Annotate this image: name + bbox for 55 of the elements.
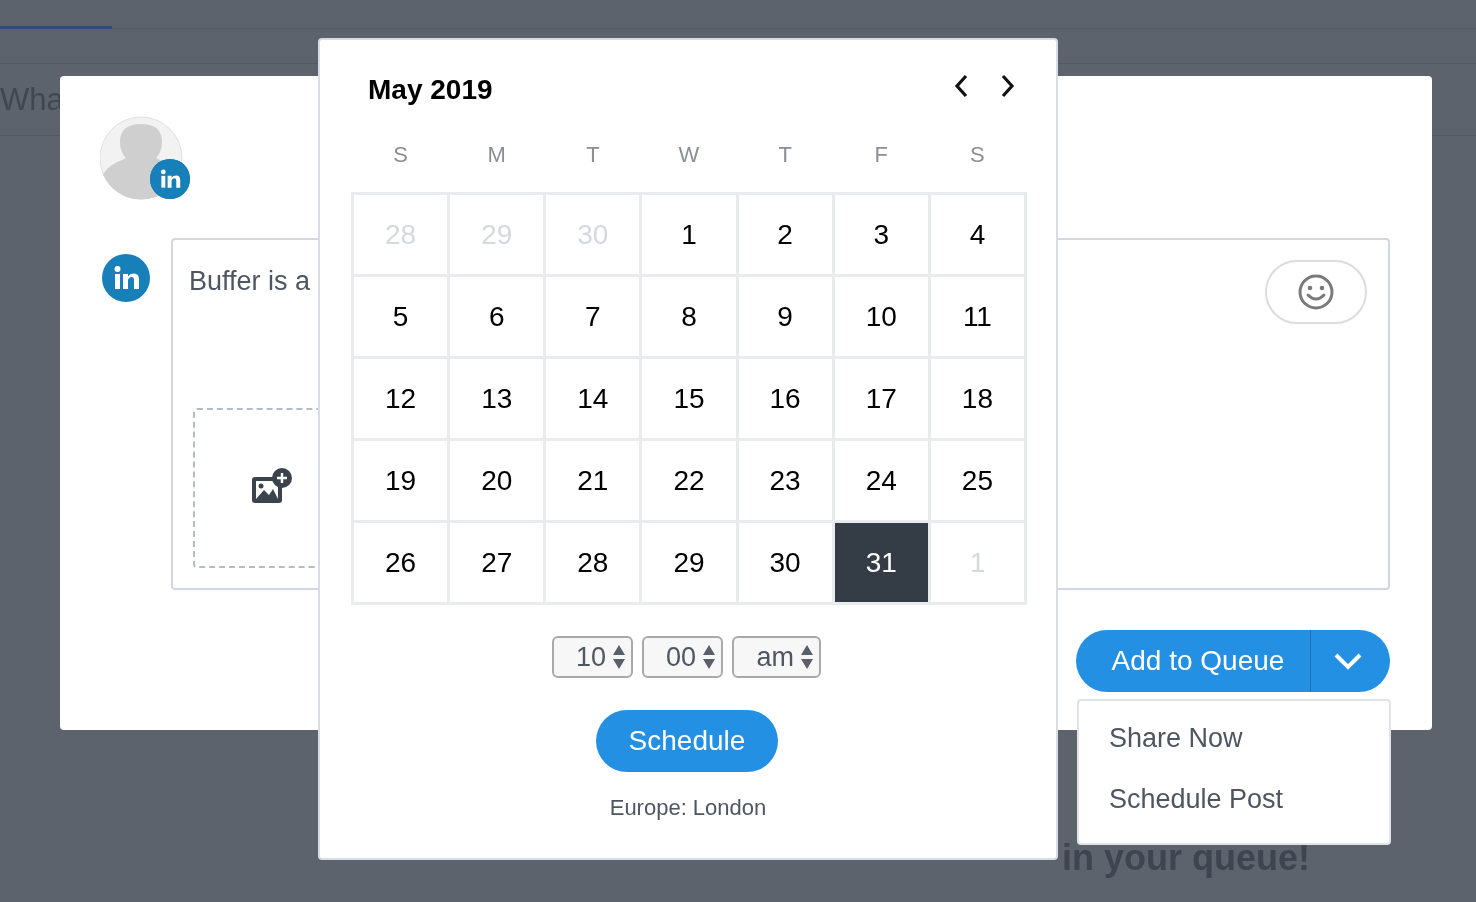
day-cell[interactable]: 8 [642,277,736,356]
spinner-arrows-icon [702,644,716,670]
day-cell[interactable]: 14 [546,359,640,438]
weekday-label: S [970,141,985,169]
day-cell[interactable]: 12 [354,359,448,438]
day-cell[interactable]: 1 [642,195,736,274]
day-cell[interactable]: 20 [450,441,544,520]
day-cell[interactable]: 16 [738,359,832,438]
weekday-label: M [487,141,506,169]
day-cell[interactable]: 27 [450,523,544,602]
day-cell[interactable]: 23 [738,441,832,520]
post-text: Buffer is a [189,265,311,298]
day-cell[interactable]: 24 [834,441,928,520]
chevron-right-icon [1001,74,1015,98]
weekday-label: T [586,141,600,169]
spinner-arrows-icon [612,644,626,670]
day-cell[interactable]: 25 [930,441,1024,520]
day-cell[interactable]: 5 [354,277,448,356]
day-cell[interactable]: 13 [450,359,544,438]
day-cell[interactable]: 28 [546,523,640,602]
menu-item[interactable]: Schedule Post [1079,782,1284,816]
day-cell[interactable]: 4 [930,195,1024,274]
day-cell[interactable]: 18 [930,359,1024,438]
day-cell[interactable]: 2 [738,195,832,274]
day-cell[interactable]: 9 [738,277,832,356]
smiley-icon [1297,273,1335,311]
day-cell[interactable]: 30 [738,523,832,602]
add-image-icon [251,467,293,505]
day-cell[interactable]: 26 [354,523,448,602]
timezone-label: Europe: London [608,795,768,821]
chevron-left-icon [954,74,968,98]
day-cell[interactable]: 11 [930,277,1024,356]
weekday-label: S [393,141,408,169]
day-cell[interactable]: 21 [546,441,640,520]
spinner-arrows-icon [800,644,814,670]
day-cell[interactable]: 19 [354,441,448,520]
day-cell[interactable]: 3 [834,195,928,274]
weekday-label: T [778,141,792,169]
period-select[interactable]: am [732,636,821,678]
chevron-down-icon [1332,652,1363,670]
day-cell[interactable]: 29 [642,523,736,602]
day-cell[interactable]: 7 [546,277,640,356]
day-cell[interactable]: 17 [834,359,928,438]
day-cell[interactable]: 6 [450,277,544,356]
day-cell[interactable]: 22 [642,441,736,520]
day-cell[interactable]: 10 [834,277,928,356]
calendar-title: May 2019 [368,74,493,106]
weekday-label: W [678,141,700,169]
weekday-label: F [874,141,888,169]
hour-select[interactable]: 10 [552,636,633,678]
more-options-button[interactable] [1311,630,1390,692]
menu-item[interactable]: Share Now [1079,721,1243,755]
day-cell[interactable]: 15 [642,359,736,438]
day-cell[interactable]: 31 [834,523,928,602]
minute-select[interactable]: 00 [642,636,723,678]
